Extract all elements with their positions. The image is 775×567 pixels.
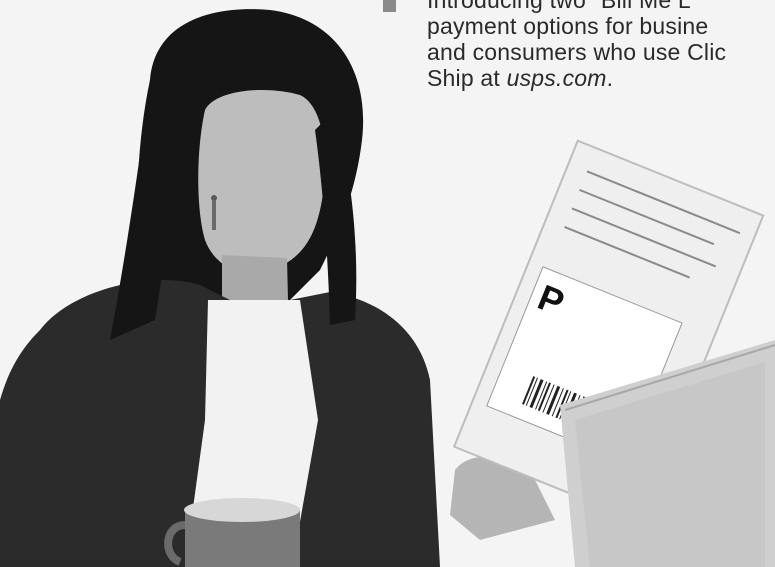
usps-link-text: usps.com: [506, 65, 607, 91]
bullet-line-4-prefix: Ship at: [427, 65, 507, 91]
bullet-line-3: and consumers who use Clic: [427, 39, 727, 65]
bullet-square: [383, 0, 396, 12]
bullet-line-4-suffix: .: [606, 65, 614, 91]
mug: [164, 498, 300, 567]
bullet-text-block: Introducing two "Bill Me L payment optio…: [383, 0, 775, 91]
bullet-line-2: payment options for busine: [427, 13, 709, 39]
neck: [222, 255, 288, 300]
bullet-line-4: Ship at usps.com.: [427, 65, 775, 91]
bullet-line-1: Introducing two "Bill Me L: [427, 0, 691, 13]
